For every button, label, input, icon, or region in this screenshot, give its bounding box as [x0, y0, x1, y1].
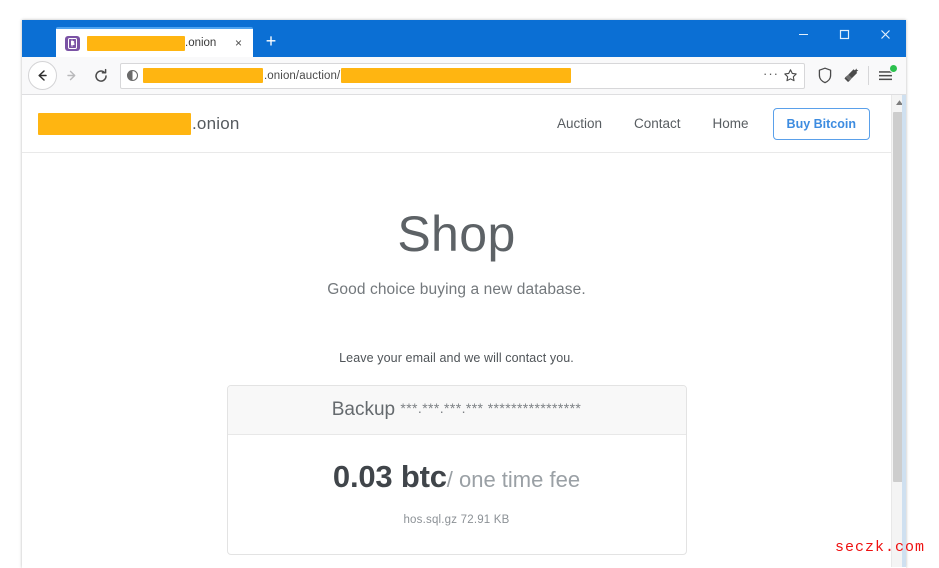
browser-toolbar: x .onion/auction/ x ··· [22, 57, 906, 95]
product-masked-id: ***.***.***.*** **************** [400, 400, 582, 416]
bookmark-star-icon[interactable] [783, 68, 800, 83]
url-visible-path: .onion/auction/ [264, 69, 341, 82]
window-controls [783, 20, 906, 57]
browser-titlebar: x .onion × + [22, 20, 906, 57]
address-bar-text: x .onion/auction/ x [143, 68, 759, 83]
forward-button[interactable] [57, 61, 86, 90]
page-scrollbar[interactable] [891, 95, 906, 567]
tab-title-suffix: .onion [185, 37, 217, 49]
page-title: Shop [397, 206, 516, 262]
page-actions-icon[interactable]: ··· [759, 67, 783, 84]
close-button[interactable] [865, 20, 906, 48]
page-body: Shop Good choice buying a new database. … [22, 153, 891, 555]
toolbar-divider [868, 66, 869, 85]
web-page: x .onion Auction Contact Home Buy Bitcoi… [22, 95, 891, 567]
url-host-redaction: x [143, 68, 263, 83]
tab-title: x .onion [87, 35, 228, 51]
site-logo-redaction: x [38, 112, 191, 135]
site-logo[interactable]: x .onion [38, 112, 240, 135]
menu-update-badge [889, 64, 898, 73]
email-note: Leave your email and we will contact you… [339, 351, 574, 365]
product-price: 0.03 btc/ one time fee [238, 461, 676, 492]
new-tab-button[interactable]: + [257, 26, 285, 56]
product-name-label: Backup [331, 399, 396, 420]
cleaner-brush-icon[interactable] [838, 62, 865, 89]
reload-button[interactable] [86, 61, 115, 90]
content-viewport: x .onion Auction Contact Home Buy Bitcoi… [22, 95, 906, 567]
scrollbar-thumb[interactable] [893, 112, 905, 482]
watermark: seczk.com [834, 539, 925, 556]
buy-bitcoin-button[interactable]: Buy Bitcoin [772, 107, 870, 140]
nav-link-home[interactable]: Home [697, 116, 765, 131]
price-suffix: / one time fee [446, 467, 581, 492]
minimize-button[interactable] [783, 20, 824, 48]
nav-link-contact[interactable]: Contact [618, 116, 697, 131]
app-menu-icon[interactable] [872, 62, 899, 89]
address-bar[interactable]: x .onion/auction/ x ··· [120, 62, 805, 89]
product-card-body: 0.03 btc/ one time fee hos.sql.gz 72.91 … [228, 435, 686, 554]
site-logo-tld: .onion [192, 113, 240, 133]
product-card-header: Backup ***.***.***.*** **************** [227, 386, 686, 435]
product-file-info: hos.sql.gz 72.91 KB [403, 514, 510, 526]
tab-title-redaction: x [87, 35, 185, 51]
bitcoin-b-favicon [65, 35, 80, 51]
nav-link-auction[interactable]: Auction [541, 116, 618, 131]
site-nav: Auction Contact Home Buy Bitcoin [541, 107, 870, 140]
page-subtitle: Good choice buying a new database. [327, 281, 586, 298]
site-identity-icon[interactable] [126, 69, 139, 82]
url-tail-redaction: x [341, 68, 572, 83]
browser-tab[interactable]: x .onion × [56, 27, 253, 57]
browser-window: x .onion × + [22, 20, 906, 568]
tracking-protection-shield-icon[interactable] [811, 62, 838, 89]
maximize-button[interactable] [824, 20, 865, 48]
tab-strip: x .onion × + [22, 20, 783, 57]
site-header: x .onion Auction Contact Home Buy Bitcoi… [22, 95, 891, 153]
tab-close-icon[interactable]: × [230, 35, 247, 52]
product-card: Backup ***.***.***.*** **************** … [226, 385, 687, 555]
scroll-up-arrow[interactable] [892, 95, 906, 110]
back-button[interactable] [28, 61, 57, 90]
price-amount: 0.03 btc [332, 459, 447, 494]
